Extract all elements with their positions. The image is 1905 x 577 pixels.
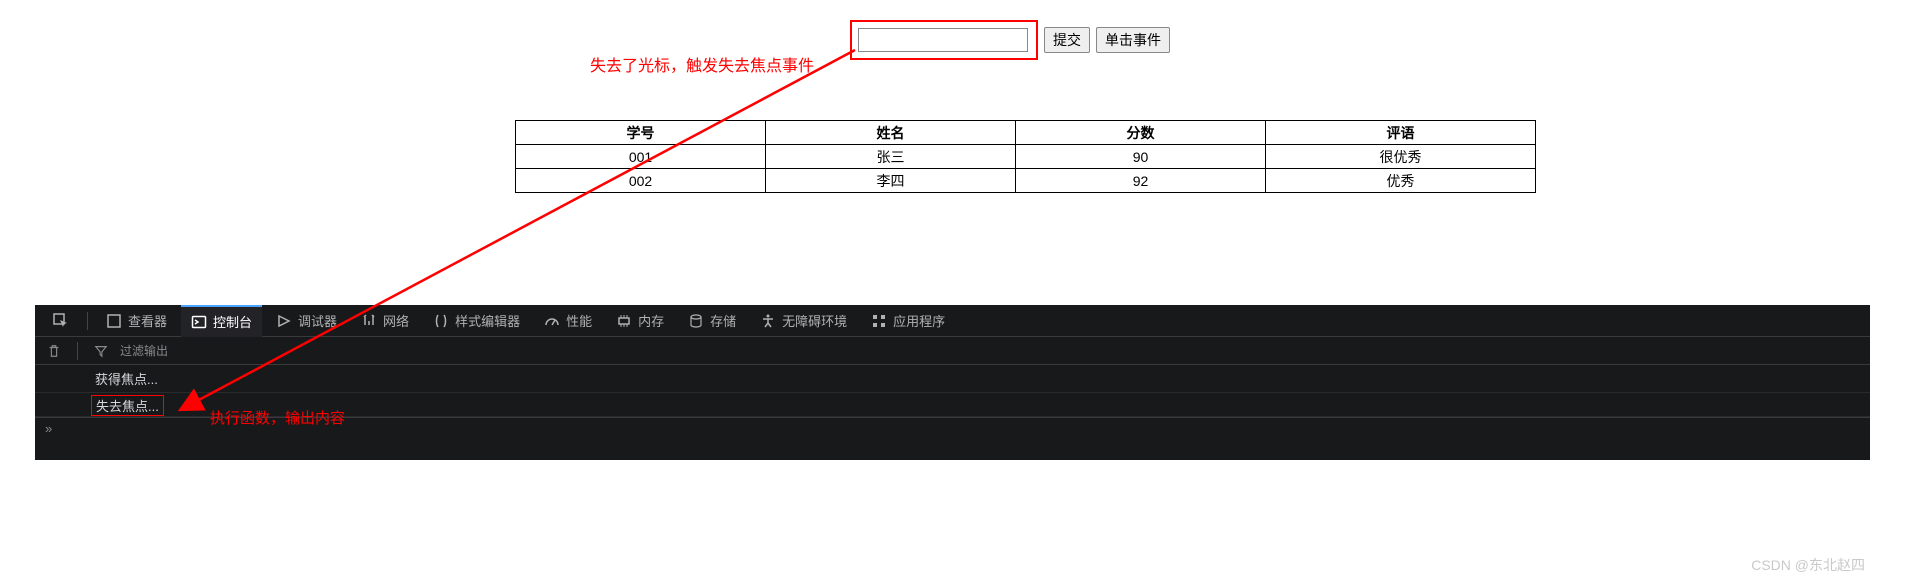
- tab-application[interactable]: 应用程序: [861, 305, 955, 337]
- tab-style-editor[interactable]: 样式编辑器: [423, 305, 530, 337]
- tab-console[interactable]: 控制台: [181, 305, 262, 337]
- console-log-row: 获得焦点...: [35, 365, 1870, 393]
- tab-label: 控制台: [213, 312, 252, 331]
- inspector-icon: [106, 313, 122, 329]
- separator: [87, 312, 88, 330]
- cell-score: 92: [1016, 169, 1266, 193]
- cell-comment: 优秀: [1266, 169, 1536, 193]
- network-icon: [361, 313, 377, 329]
- data-table: 学号 姓名 分数 评语 001 张三 90 很优秀 002 李四 92 优秀: [515, 120, 1536, 193]
- cell-name: 张三: [766, 145, 1016, 169]
- tab-label: 网络: [383, 311, 409, 330]
- input-highlight-box: [850, 20, 1038, 60]
- tab-label: 调试器: [298, 311, 337, 330]
- tab-label: 查看器: [128, 311, 167, 330]
- memory-icon: [616, 313, 632, 329]
- element-picker-icon: [53, 313, 69, 329]
- tab-label: 性能: [566, 311, 592, 330]
- watermark: CSDN @东北赵四: [1751, 555, 1865, 575]
- tab-accessibility[interactable]: 无障碍环境: [750, 305, 857, 337]
- th-name: 姓名: [766, 121, 1016, 145]
- th-id: 学号: [516, 121, 766, 145]
- console-icon: [191, 314, 207, 330]
- table-row: 001 张三 90 很优秀: [516, 145, 1536, 169]
- tab-network[interactable]: 网络: [351, 305, 419, 337]
- tab-label: 应用程序: [893, 311, 945, 330]
- storage-icon: [688, 313, 704, 329]
- annotation-lost-cursor: 失去了光标，触发失去焦点事件: [590, 52, 814, 76]
- th-comment: 评语: [1266, 121, 1536, 145]
- log-highlight-box: 失去焦点...: [91, 395, 164, 416]
- table-header-row: 学号 姓名 分数 评语: [516, 121, 1536, 145]
- tab-inspector[interactable]: 查看器: [96, 305, 177, 337]
- style-icon: [433, 313, 449, 329]
- performance-icon: [544, 313, 560, 329]
- annotation-exec-output: 执行函数，输出内容: [210, 407, 345, 428]
- filter-input[interactable]: 过滤输出: [120, 342, 168, 359]
- text-input[interactable]: [858, 28, 1028, 52]
- tab-performance[interactable]: 性能: [534, 305, 602, 337]
- devtools-panel: 查看器 控制台 调试器 网络 样式编辑器 性能 内存 存储: [35, 305, 1870, 460]
- tab-memory[interactable]: 内存: [606, 305, 674, 337]
- cell-score: 90: [1016, 145, 1266, 169]
- click-event-button[interactable]: 单击事件: [1096, 27, 1170, 53]
- separator: [77, 342, 78, 360]
- cell-name: 李四: [766, 169, 1016, 193]
- tab-label: 存储: [710, 311, 736, 330]
- table-row: 002 李四 92 优秀: [516, 169, 1536, 193]
- trash-icon[interactable]: [47, 344, 61, 358]
- cell-id: 002: [516, 169, 766, 193]
- funnel-icon[interactable]: [94, 344, 108, 358]
- tab-label: 无障碍环境: [782, 311, 847, 330]
- tab-debugger[interactable]: 调试器: [266, 305, 347, 337]
- console-filter-bar: 过滤输出: [35, 337, 1870, 365]
- cell-id: 001: [516, 145, 766, 169]
- accessibility-icon: [760, 313, 776, 329]
- devtools-tabs: 查看器 控制台 调试器 网络 样式编辑器 性能 内存 存储: [35, 305, 1870, 337]
- th-score: 分数: [1016, 121, 1266, 145]
- tab-label: 样式编辑器: [455, 311, 520, 330]
- application-icon: [871, 313, 887, 329]
- devtools-pick-button[interactable]: [43, 305, 79, 337]
- tab-label: 内存: [638, 311, 664, 330]
- debugger-icon: [276, 313, 292, 329]
- submit-button[interactable]: 提交: [1044, 27, 1090, 53]
- cell-comment: 很优秀: [1266, 145, 1536, 169]
- tab-storage[interactable]: 存储: [678, 305, 746, 337]
